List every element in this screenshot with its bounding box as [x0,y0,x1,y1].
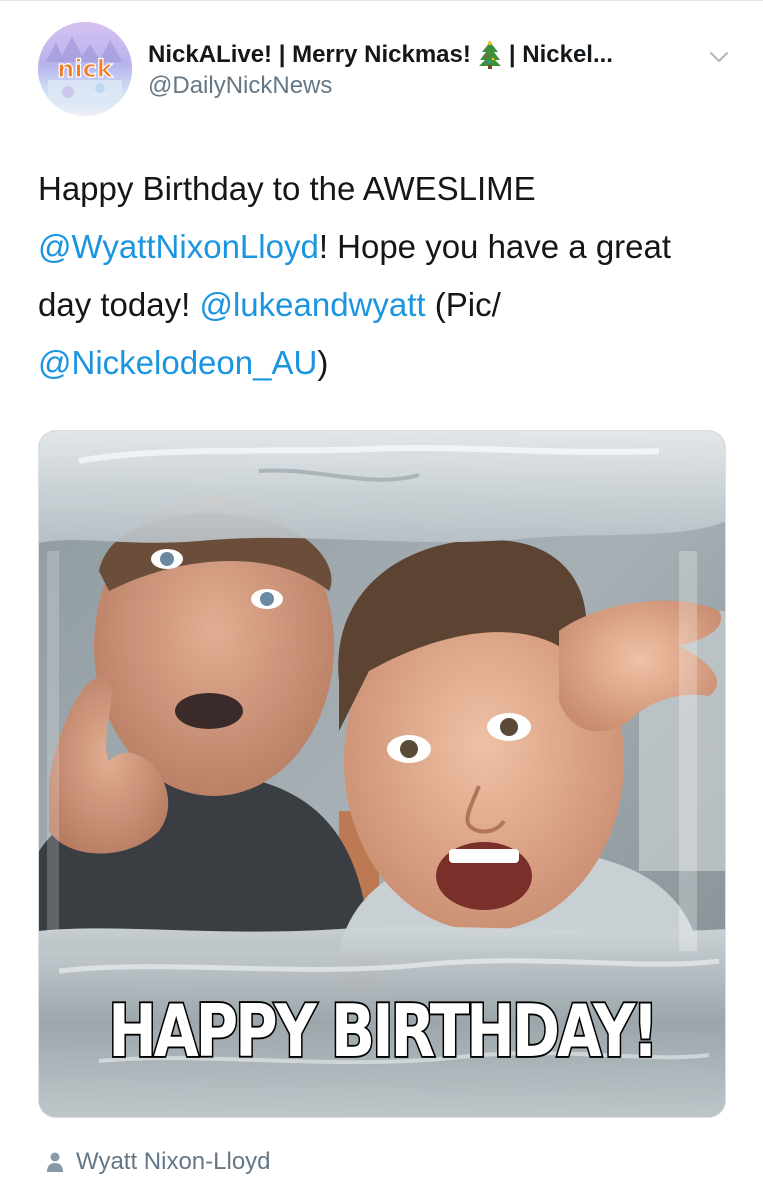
tagged-user[interactable]: Wyatt Nixon-Lloyd [46,1148,271,1176]
tweet-header: nick NickALive! | Merry Nickmas! | Nicke… [38,22,738,118]
author-name-part2: | Nickel... [508,41,613,68]
top-divider [0,0,763,1]
avatar[interactable]: nick [38,22,132,116]
tweet-text-segment: Happy Birthday to the AWESLIME [38,170,536,207]
mention-link-nickelodeon-au[interactable]: @Nickelodeon_AU [38,344,317,381]
author-name-part1: NickALive! | Merry Nickmas! [148,41,471,68]
tweet-text: Happy Birthday to the AWESLIME @WyattNix… [38,160,728,392]
author-handle[interactable]: @DailyNickNews [148,72,332,100]
mention-link-wyattnixonlloyd[interactable]: @WyattNixonLloyd [38,228,319,265]
tweet-media-image[interactable]: HAPPY BIRTHDAY! [38,430,726,1118]
tweet-text-segment: (Pic/ [425,286,501,323]
christmas-tree-icon [477,40,503,70]
avatar-logo-text: nick [57,55,114,83]
tagged-user-name: Wyatt Nixon-Lloyd [76,1148,271,1175]
mention-link-lukeandwyatt[interactable]: @lukeandwyatt [199,286,425,323]
author-name[interactable]: NickALive! | Merry Nickmas! | Nickel... [148,40,613,70]
person-icon [46,1151,64,1173]
media-caption-text: HAPPY BIRTHDAY! [107,987,661,1076]
chevron-down-icon[interactable] [708,46,730,68]
avatar-image: nick [38,22,132,116]
tweet-text-segment: ) [317,344,329,381]
